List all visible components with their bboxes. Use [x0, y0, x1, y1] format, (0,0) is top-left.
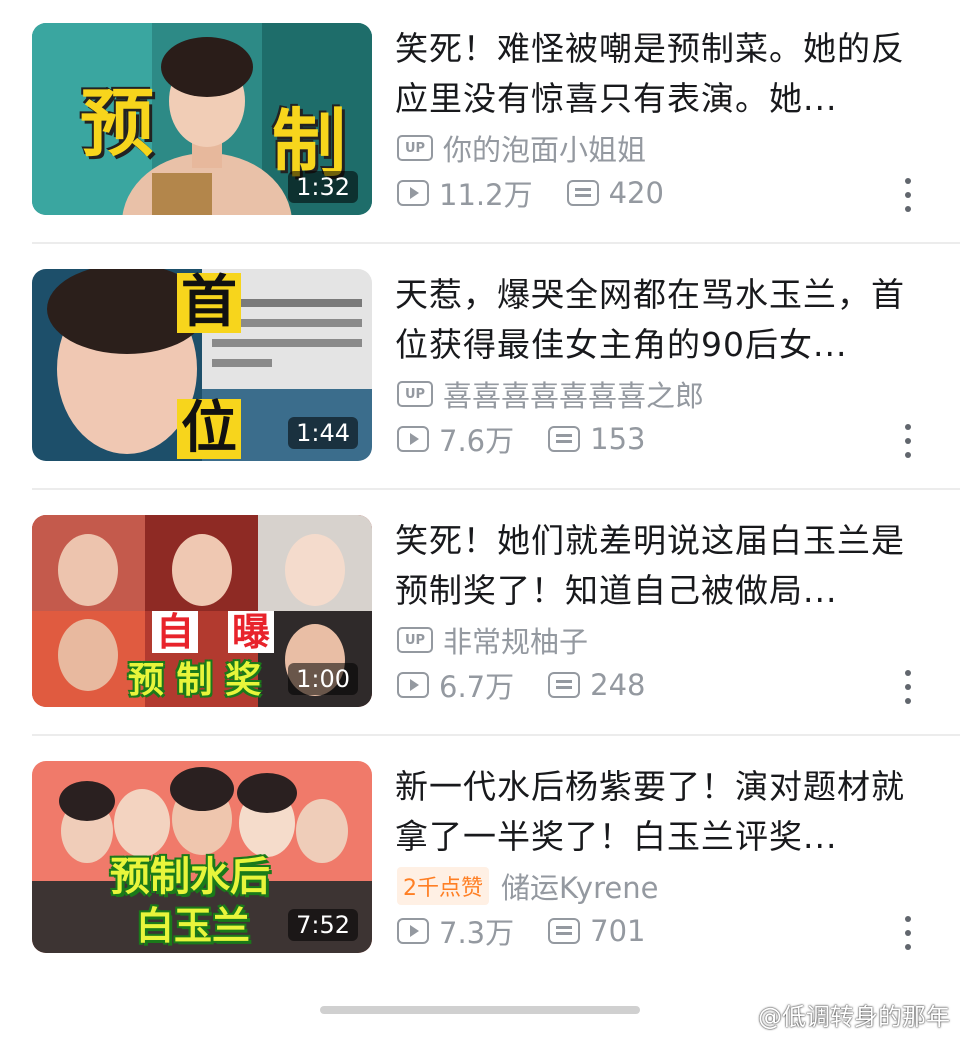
- play-count-icon: [397, 918, 429, 944]
- danmaku-icon: [566, 180, 599, 206]
- overlay-text: 自: [152, 611, 199, 653]
- more-options-icon[interactable]: [898, 178, 918, 212]
- overlay-text: 制: [272, 101, 346, 187]
- overlay-text: 预: [80, 81, 154, 167]
- play-count-icon: [397, 672, 429, 698]
- author-name[interactable]: 非常规柚子: [443, 619, 588, 661]
- overlay-text: 首: [177, 273, 241, 333]
- author-row[interactable]: 2千点赞 储运Kyrene: [397, 866, 658, 906]
- duration-badge: 1:44: [288, 417, 358, 449]
- play-count-icon: [397, 180, 429, 206]
- video-card[interactable]: 预制水后 白玉兰 7:52 新一代水后杨紫要了！演对题材就拿了一半奖了！白玉兰评…: [0, 738, 960, 984]
- video-thumbnail[interactable]: 预制水后 白玉兰 7:52: [32, 761, 372, 953]
- view-count: 7.6万: [439, 424, 515, 458]
- up-icon: UP: [397, 135, 433, 161]
- danmaku-icon: [548, 426, 581, 452]
- author-name[interactable]: 你的泡面小姐姐: [443, 127, 646, 169]
- overlay-text: 位: [177, 399, 241, 459]
- stats-row: 6.7万 248: [397, 665, 679, 705]
- danmaku-icon: [548, 672, 581, 698]
- more-options-icon[interactable]: [898, 916, 918, 950]
- author-name[interactable]: 储运Kyrene: [501, 865, 658, 907]
- video-thumbnail[interactable]: 预 制 1:32: [32, 23, 372, 215]
- stats-row: 11.2万 420: [397, 173, 698, 213]
- video-title[interactable]: 笑死！难怪被嘲是预制菜。她的反应里没有惊喜只有表演。她...: [395, 24, 925, 124]
- likes-badge: 2千点赞: [397, 867, 489, 905]
- video-card[interactable]: 自 曝 预 制 奖 1:00 笑死！她们就差明说这届白玉兰是预制奖了！知道自己被…: [0, 492, 960, 738]
- watermark: @低调转身的那年: [758, 1003, 950, 1031]
- author-row[interactable]: UP 喜喜喜喜喜喜喜之郎: [397, 374, 704, 414]
- more-options-icon[interactable]: [898, 424, 918, 458]
- more-options-icon[interactable]: [898, 670, 918, 704]
- author-row[interactable]: UP 非常规柚子: [397, 620, 588, 660]
- up-icon: UP: [397, 381, 433, 407]
- video-thumbnail[interactable]: 自 曝 预 制 奖 1:00: [32, 515, 372, 707]
- danmaku-count: 153: [590, 422, 646, 456]
- overlay-text: 白玉兰: [136, 904, 251, 948]
- duration-badge: 7:52: [288, 909, 358, 941]
- play-count-icon: [397, 426, 429, 452]
- up-icon: UP: [397, 627, 433, 653]
- danmaku-count: 248: [590, 668, 646, 702]
- overlay-text: 预制水后: [110, 854, 270, 900]
- video-card[interactable]: 首 位 1:44 天惹，爆哭全网都在骂水玉兰，首位获得最佳女主角的90后女...…: [0, 246, 960, 492]
- overlay-text: 曝: [228, 611, 275, 653]
- duration-badge: 1:00: [288, 663, 358, 695]
- stats-row: 7.3万 701: [397, 911, 679, 951]
- overlay-text: 预 制 奖: [128, 660, 262, 701]
- duration-badge: 1:32: [288, 171, 358, 203]
- video-thumbnail[interactable]: 首 位 1:44: [32, 269, 372, 461]
- divider: [32, 242, 960, 244]
- view-count: 11.2万: [439, 178, 533, 212]
- danmaku-count: 420: [608, 176, 664, 210]
- divider: [32, 488, 960, 490]
- author-row[interactable]: UP 你的泡面小姐姐: [397, 128, 646, 168]
- danmaku-count: 701: [590, 914, 646, 948]
- video-card[interactable]: 预 制 1:32 笑死！难怪被嘲是预制菜。她的反应里没有惊喜只有表演。她... …: [0, 0, 960, 246]
- view-count: 7.3万: [439, 916, 515, 950]
- video-title[interactable]: 笑死！她们就差明说这届白玉兰是预制奖了！知道自己被做局...: [395, 516, 925, 616]
- video-title[interactable]: 新一代水后杨紫要了！演对题材就拿了一半奖了！白玉兰评奖...: [395, 762, 925, 862]
- video-title[interactable]: 天惹，爆哭全网都在骂水玉兰，首位获得最佳女主角的90后女...: [395, 270, 925, 370]
- danmaku-icon: [548, 918, 581, 944]
- view-count: 6.7万: [439, 670, 515, 704]
- author-name[interactable]: 喜喜喜喜喜喜喜之郎: [443, 373, 704, 415]
- divider: [32, 734, 960, 736]
- home-indicator[interactable]: [320, 1006, 640, 1014]
- stats-row: 7.6万 153: [397, 419, 679, 459]
